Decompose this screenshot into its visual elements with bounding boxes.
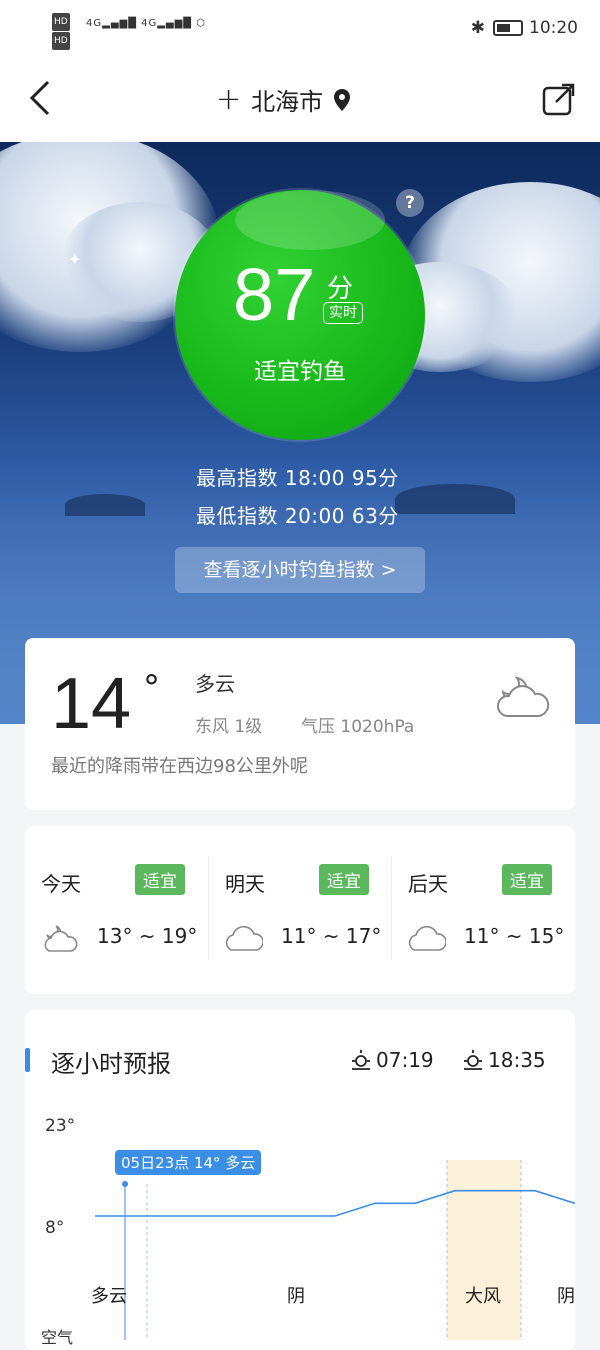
degree-symbol: ° [143,668,160,708]
rain-band-note: 最近的降雨带在西边98公里外呢 [51,756,308,777]
sunrise: 07:19 [350,1048,434,1072]
sunrise-time: 07:19 [376,1048,434,1072]
segment-label: 阴 [557,1286,575,1307]
current-temperature: 14 [51,664,132,744]
score-unit: 分 [327,274,354,304]
hourly-fishing-index-button[interactable]: 查看逐小时钓鱼指数 > [175,547,425,593]
hourly-forecast-card: 逐小时预报 07:19 18:35 23° 8° 05日23点 14° 多云 多… [25,1010,575,1350]
sunset: 18:35 [462,1048,546,1072]
realtime-badge: 实时 [323,302,363,324]
island-decoration [395,484,515,514]
wind-info: 东风 1级 [195,717,263,737]
day-forecast-today[interactable]: 今天 适宜 13° ~ 19° [25,826,208,994]
section-accent-bar [25,1048,30,1072]
day-forecast-after-tomorrow[interactable]: 后天 适宜 11° ~ 15° [392,826,575,994]
segment-label: 大风 [465,1286,501,1307]
lowest-index: 最低指数 20:00 63分 [196,504,399,528]
current-weather-card: 14 ° 多云 东风 1级 气压 1020hPa 最近的降雨带在西边98公里外呢 [25,638,575,810]
y-axis-min: 8° [45,1218,65,1238]
day-name: 明天 [225,872,265,896]
cloud-icon [225,925,263,951]
temperature-range: 11° ~ 15° [464,924,565,948]
partly-cloudy-night-icon [497,676,550,717]
star-decoration: ✦ [68,250,82,269]
highest-index: 最高指数 18:00 95分 [196,466,399,490]
day-name: 后天 [408,872,448,896]
hd-badge: HD [52,13,70,31]
air-quality-label: 空气 [41,1328,74,1347]
wind-band-highlight [447,1160,521,1340]
gloss-decoration [235,190,385,250]
cloud-icon [408,925,446,951]
signal-4g-icon: 4G [141,18,158,29]
temperature-range: 11° ~ 17° [281,924,382,948]
status-right: ✱ 10:20 [471,18,578,38]
suitability-badge: 适宜 [502,864,552,895]
share-icon[interactable] [542,82,576,116]
fishing-index-hero: ✦ ? 87 分 实时 适宜钓鱼 最高指数 18:00 95分 最低指数 20:… [0,142,600,724]
sim-indicators: HD HD [52,12,72,50]
chevron-left-icon [29,80,50,116]
clock: 10:20 [529,18,578,38]
island-decoration [65,494,145,516]
back-button[interactable] [28,78,52,125]
fishing-score: 87 [233,253,316,336]
partly-cloudy-night-icon [44,925,78,952]
add-city-icon[interactable]: + [216,84,241,115]
hourly-temperature-chart[interactable] [95,1100,575,1340]
section-title: 逐小时预报 [51,1050,171,1078]
y-axis-max: 23° [45,1116,76,1136]
signal-icons: 4G▂▄▆█ 4G▂▄▆█ ⬡ [86,18,206,29]
current-point [122,1181,128,1187]
battery-icon [493,20,523,36]
bluetooth-icon: ✱ [470,18,485,38]
fishing-score-ball: 87 分 实时 适宜钓鱼 [175,190,425,440]
pressure-info: 气压 1020hPa [301,717,415,737]
temperature-range: 13° ~ 19° [97,924,198,948]
current-hour-tooltip: 05日23点 14° 多云 [115,1150,262,1175]
help-button[interactable]: ? [396,189,424,217]
suitability-badge: 适宜 [319,864,369,895]
hd-badge: HD [52,32,70,50]
weather-condition: 多云 [195,672,235,696]
suitability-text: 适宜钓鱼 [254,359,346,385]
three-day-forecast-card: 今天 适宜 13° ~ 19° 明天 适宜 11° ~ 17° 后天 适宜 11… [25,826,575,994]
segment-label: 多云 [91,1286,127,1307]
nav-bar: + 北海市 [0,60,600,142]
location-pin-icon [334,88,351,111]
sunset-icon [464,1050,482,1070]
segment-label: 阴 [287,1286,305,1307]
city-name: 北海市 [251,88,324,116]
day-forecast-tomorrow[interactable]: 明天 适宜 11° ~ 17° [209,826,392,994]
signal-4g-icon: 4G [86,18,103,29]
sunrise-icon [352,1050,370,1070]
day-name: 今天 [41,872,81,896]
status-bar: HD HD 4G▂▄▆█ 4G▂▄▆█ ⬡ ✱ 10:20 [0,0,600,60]
suitability-badge: 适宜 [135,864,185,895]
city-selector[interactable]: + 北海市 [216,82,351,117]
sunset-time: 18:35 [488,1048,546,1072]
